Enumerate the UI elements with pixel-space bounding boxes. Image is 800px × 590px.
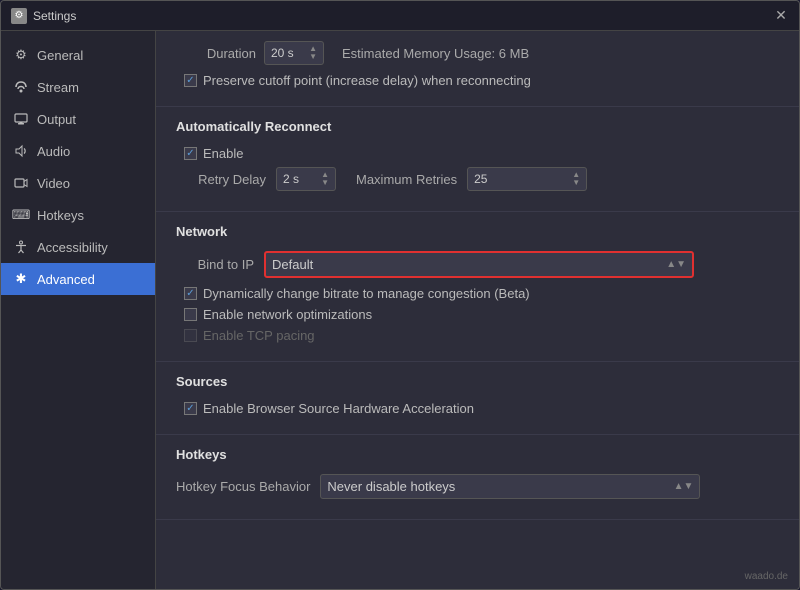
hotkeys-header: Hotkeys: [176, 447, 779, 462]
sidebar: ⚙ General Stream: [1, 31, 156, 589]
hardware-accel-row: Enable Browser Source Hardware Accelerat…: [176, 401, 779, 416]
main-content-area: Duration 20 s ▲▼ Estimated Memory Usage:…: [156, 31, 799, 589]
hotkey-focus-select[interactable]: Never disable hotkeys ▲▼: [320, 474, 700, 499]
network-opt-row: Enable network optimizations: [176, 307, 779, 322]
sidebar-item-advanced[interactable]: ✱ Advanced: [1, 263, 155, 295]
stream-icon: [13, 79, 29, 95]
accessibility-icon: [13, 239, 29, 255]
auto-reconnect-section: Automatically Reconnect Enable Retry Del…: [156, 107, 799, 212]
max-retries-value: 25: [474, 172, 487, 186]
sidebar-item-video[interactable]: Video: [1, 167, 155, 199]
bind-to-ip-select[interactable]: Default ▲▼: [264, 251, 694, 278]
bind-to-ip-arrow: ▲▼: [666, 259, 686, 270]
retry-row: Retry Delay 2 s ▲▼ Maximum Retries 25 ▲▼: [176, 167, 779, 191]
sources-section: Sources Enable Browser Source Hardware A…: [156, 362, 799, 435]
audio-icon: [13, 143, 29, 159]
duration-spinbox[interactable]: 20 s ▲▼: [264, 41, 324, 65]
preserve-label: Preserve cutoff point (increase delay) w…: [203, 73, 531, 88]
sidebar-label-stream: Stream: [37, 80, 79, 95]
bind-to-ip-row: Bind to IP Default ▲▼: [176, 251, 779, 278]
max-retries-spinbox[interactable]: 25 ▲▼: [467, 167, 587, 191]
hardware-accel-checkbox[interactable]: [184, 402, 197, 415]
sidebar-label-audio: Audio: [37, 144, 70, 159]
duration-arrows[interactable]: ▲▼: [309, 45, 317, 61]
retry-delay-spinbox[interactable]: 2 s ▲▼: [276, 167, 336, 191]
tcp-pacing-row: Enable TCP pacing: [176, 328, 779, 343]
tcp-pacing-checkbox[interactable]: [184, 329, 197, 342]
memory-usage-text: Estimated Memory Usage: 6 MB: [342, 46, 529, 61]
duration-row: Duration 20 s ▲▼ Estimated Memory Usage:…: [176, 41, 779, 65]
hardware-accel-label: Enable Browser Source Hardware Accelerat…: [203, 401, 474, 416]
sidebar-item-hotkeys[interactable]: ⌨ Hotkeys: [1, 199, 155, 231]
network-opt-checkbox[interactable]: [184, 308, 197, 321]
sidebar-label-general: General: [37, 48, 83, 63]
hotkeys-section: Hotkeys Hotkey Focus Behavior Never disa…: [156, 435, 799, 520]
settings-window: ⚙ Settings ✕ ⚙ General Stream: [0, 0, 800, 590]
general-icon: ⚙: [13, 47, 29, 63]
hotkey-focus-row: Hotkey Focus Behavior Never disable hotk…: [176, 474, 779, 499]
sidebar-item-audio[interactable]: Audio: [1, 135, 155, 167]
video-icon: [13, 175, 29, 191]
main-layout: ⚙ General Stream: [1, 31, 799, 589]
duration-label: Duration: [176, 46, 256, 61]
tcp-pacing-label: Enable TCP pacing: [203, 328, 315, 343]
watermark: waado.de: [745, 571, 788, 582]
settings-icon: ⚙: [11, 8, 27, 24]
duration-section: Duration 20 s ▲▼ Estimated Memory Usage:…: [156, 31, 799, 107]
retry-delay-label: Retry Delay: [176, 172, 266, 187]
close-button[interactable]: ✕: [773, 8, 789, 24]
sidebar-label-advanced: Advanced: [37, 272, 95, 287]
titlebar: ⚙ Settings ✕: [1, 1, 799, 31]
bind-to-ip-value: Default: [272, 257, 313, 272]
enable-checkbox[interactable]: [184, 147, 197, 160]
bitrate-label: Dynamically change bitrate to manage con…: [203, 286, 530, 301]
bind-to-ip-label: Bind to IP: [184, 257, 254, 272]
sidebar-item-accessibility[interactable]: Accessibility: [1, 231, 155, 263]
sources-header: Sources: [176, 374, 779, 389]
auto-reconnect-header: Automatically Reconnect: [176, 119, 779, 134]
bitrate-checkbox[interactable]: [184, 287, 197, 300]
output-icon: [13, 111, 29, 127]
max-retries-label: Maximum Retries: [356, 172, 457, 187]
sidebar-label-accessibility: Accessibility: [37, 240, 108, 255]
network-header: Network: [176, 224, 779, 239]
enable-label: Enable: [203, 146, 243, 161]
retry-delay-arrows[interactable]: ▲▼: [321, 171, 329, 187]
hotkeys-icon: ⌨: [13, 207, 29, 223]
preserve-row: Preserve cutoff point (increase delay) w…: [176, 73, 779, 88]
sidebar-item-stream[interactable]: Stream: [1, 71, 155, 103]
network-section: Network Bind to IP Default ▲▼ Dynamicall…: [156, 212, 799, 362]
hotkey-focus-value: Never disable hotkeys: [327, 479, 455, 494]
advanced-icon: ✱: [13, 271, 29, 287]
sidebar-item-output[interactable]: Output: [1, 103, 155, 135]
sidebar-label-video: Video: [37, 176, 70, 191]
bitrate-row: Dynamically change bitrate to manage con…: [176, 286, 779, 301]
enable-row: Enable: [176, 146, 779, 161]
sidebar-label-hotkeys: Hotkeys: [37, 208, 84, 223]
sidebar-label-output: Output: [37, 112, 76, 127]
max-retries-arrows[interactable]: ▲▼: [572, 171, 580, 187]
retry-delay-value: 2 s: [283, 172, 299, 186]
sidebar-item-general[interactable]: ⚙ General: [1, 39, 155, 71]
network-opt-label: Enable network optimizations: [203, 307, 372, 322]
preserve-checkbox[interactable]: [184, 74, 197, 87]
hotkey-focus-arrow: ▲▼: [674, 481, 694, 492]
hotkey-focus-label: Hotkey Focus Behavior: [176, 479, 310, 494]
duration-value: 20 s: [271, 46, 294, 60]
titlebar-left: ⚙ Settings: [11, 8, 76, 24]
window-title: Settings: [33, 9, 76, 23]
